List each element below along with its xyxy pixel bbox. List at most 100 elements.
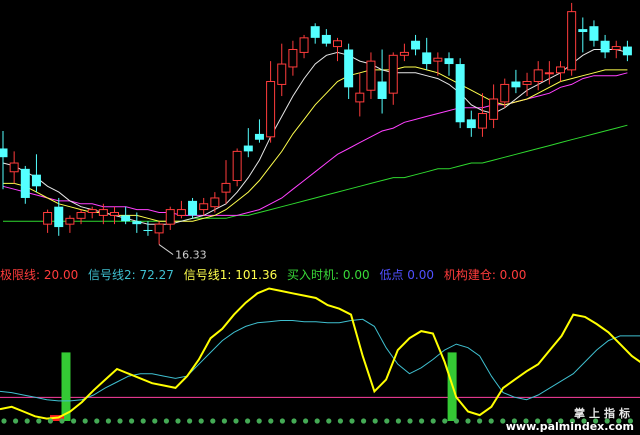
candle-body-up [567,11,577,71]
candle-body-up [533,69,543,83]
low-point-dot [291,418,297,424]
legend-institution-build: 机构建仓: 0.00 [443,268,527,282]
candle-body-up [522,81,532,85]
low-annotation-leader [158,244,174,255]
legend-low-point: 低点 0.00 [379,268,434,282]
low-point-dot [47,418,54,424]
candle-body-up [544,72,554,75]
candle-body-up [433,57,443,62]
low-point-dot [361,418,367,424]
candle-body-down [54,206,64,228]
low-point-dot [395,418,401,424]
candle-body-down [0,148,8,158]
low-point-dot [349,418,355,424]
candle-body-down [31,174,41,187]
low-point-dot [13,418,19,424]
candle-body-up [199,203,209,211]
low-point-dot [384,418,390,424]
ma-line-magenta [2,72,628,216]
candle-body-down [511,81,521,88]
legend-signal-line-1: 信号线1: 101.36 [183,268,278,282]
low-point-dot [337,418,343,424]
institution-build-bar [61,352,71,421]
low-point-dot [303,418,309,424]
low-point-dot [442,418,448,424]
candle-body-down [188,200,198,216]
low-point-dot [314,418,320,424]
candle-body-down [344,49,354,88]
candle-body-down [321,34,331,44]
low-point-dot [268,418,274,424]
candle-body-down [411,40,421,50]
low-point-dot [59,418,65,424]
low-point-dot [24,418,30,424]
candle-body-up [489,98,499,120]
signal-line-1 [0,287,640,420]
low-point-dot [500,418,506,424]
low-point-dot [94,418,100,424]
candle-body-down [20,168,30,198]
candle-body-down [578,29,588,33]
candle-body-down [600,40,610,53]
low-point-dot [210,418,216,424]
candle-body-up [176,209,186,216]
legend-signal-line-2: 信号线2: 72.27 [88,268,174,282]
stock-chart: 16.33 [0,2,640,424]
watermark: 掌上指标 www.palmindex.com [506,407,634,433]
low-point-dot [129,418,135,424]
low-point-dot [198,418,204,424]
candle-body-down [466,119,476,129]
low-point-dot [488,418,494,424]
low-point-dot [1,418,7,424]
candle-body-up [76,212,86,219]
watermark-cn: 掌上指标 [574,407,634,420]
candle-body-down [622,46,632,56]
candle-body-up [9,162,19,173]
candle-body-up [388,54,398,94]
candle-body-up [333,40,342,48]
low-annotation-label: 16.33 [175,249,207,262]
candle-body-down [132,221,142,225]
upper-price-panel: 16.33 [0,2,632,262]
candle-body-up [288,48,298,68]
legend-limit-line: 极限线: 20.00 [0,268,79,282]
candle-body-up [154,223,164,234]
low-point-dot [187,418,193,424]
low-point-dot [117,418,123,424]
candle-body-up [266,81,276,138]
candle-body-up [477,113,487,129]
candle-body-up [611,46,621,50]
low-point-dot [430,418,436,424]
lower-indicator-panel [0,287,640,424]
low-point-dot [407,418,413,424]
candle-body-down [422,52,432,65]
candle-body-up [277,63,287,85]
candle-body-up [65,217,75,225]
low-point-dot [221,418,227,424]
low-point-dot [105,418,111,424]
legend-buy-timing: 买入时机: 0.00 [287,268,370,282]
candle-body-down [444,58,454,65]
low-point-dot [256,418,262,424]
low-point-dot [36,418,42,424]
low-point-dot [419,418,425,424]
candle-body-up [98,209,108,216]
candle-body-down [377,81,387,99]
low-point-dot [140,418,146,424]
candle-body-up [87,209,97,214]
low-point-dot [175,418,181,424]
indicator-legend: 极限线: 20.00 信号线2: 72.27 信号线1: 101.36 买入时机… [0,266,532,284]
candle-body-up [232,150,242,181]
low-point-dot [71,418,77,424]
candle-body-up [165,209,175,225]
watermark-url: www.palmindex.com [505,420,634,433]
candle-body-up [43,212,53,225]
candle-body-up [355,92,365,103]
candle-body-down [310,26,320,38]
low-point-dot [152,418,158,424]
candle-body-up [500,83,510,103]
low-point-dot [453,418,459,424]
candle-body-up [399,51,409,56]
low-point-dot [465,418,471,424]
low-point-dot [372,418,378,424]
